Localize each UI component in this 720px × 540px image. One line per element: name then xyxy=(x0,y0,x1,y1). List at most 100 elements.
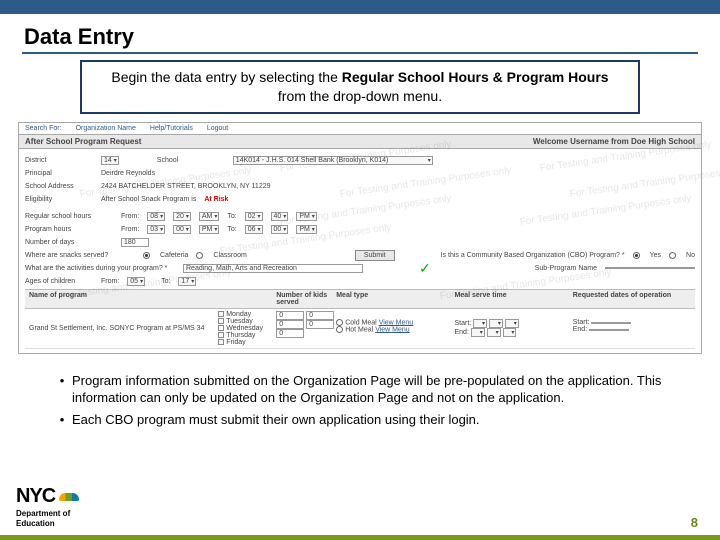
page-number: 8 xyxy=(691,515,698,530)
view-menu-link-1[interactable]: View Menu xyxy=(379,319,414,326)
app-header-right: Welcome Username from Doe High School xyxy=(533,137,695,146)
cafeteria-label: Cafeteria xyxy=(160,252,188,259)
ph-from-ap[interactable]: PM xyxy=(199,225,220,234)
cbo-yes-radio[interactable] xyxy=(633,252,640,259)
kids-mon[interactable]: 0 xyxy=(276,311,304,320)
meal-start-ap[interactable] xyxy=(505,319,519,328)
col-meal: Meal type xyxy=(336,292,454,306)
rsh-from-mm[interactable]: 20 xyxy=(173,212,191,221)
dates-cell: Start: End: xyxy=(573,311,691,346)
nav-help[interactable]: Help/Tutorials xyxy=(150,125,193,132)
kids-wed[interactable]: 0 xyxy=(276,320,304,329)
meal-start-hh[interactable] xyxy=(473,319,487,328)
meal-time-cell: Start: End: xyxy=(454,311,572,346)
from-label: From: xyxy=(121,213,139,220)
table-row: Grand St Settlement, Inc. SONYC Program … xyxy=(25,309,695,349)
subprogram-label: Sub-Program Name xyxy=(535,265,597,272)
bullet-2: Each CBO program must submit their own a… xyxy=(72,411,480,429)
cbo-no-radio[interactable] xyxy=(669,252,676,259)
col-dates: Requested dates of operation xyxy=(573,292,691,306)
submit-button[interactable]: Submit xyxy=(355,250,395,261)
bullet-marker: • xyxy=(52,372,72,407)
program-name-cell: Grand St Settlement, Inc. SONYC Program … xyxy=(29,325,218,332)
fri-checkbox[interactable] xyxy=(218,339,224,345)
rsh-to-ap[interactable]: PM xyxy=(296,212,317,221)
ages-from[interactable]: 05 xyxy=(127,277,145,286)
ph-to-hh[interactable]: 06 xyxy=(245,225,263,234)
rsh-to-mm[interactable]: 40 xyxy=(271,212,289,221)
checkmark-icon: ✓ xyxy=(419,260,431,277)
ph-to-ap[interactable]: PM xyxy=(296,225,317,234)
rsh-from-hh[interactable]: 08 xyxy=(147,212,165,221)
yes-label: Yes xyxy=(650,252,661,259)
ph-from-hh[interactable]: 03 xyxy=(147,225,165,234)
activities-label: What are the activities during your prog… xyxy=(25,265,175,272)
address-value: 2424 BATCHELDER STREET, BROOKLYN, NY 112… xyxy=(101,183,271,190)
meal-type-cell: Cold Meal View Menu Hot Meal View Menu xyxy=(336,311,454,346)
view-menu-link-2[interactable]: View Menu xyxy=(375,326,410,333)
district-select[interactable]: 14 xyxy=(101,156,119,165)
program-hours-label: Program hours xyxy=(25,226,113,233)
school-select[interactable]: 14K014 - J.H.S. 014 Shell Bank (Brooklyn… xyxy=(233,156,433,165)
meal-end-hh[interactable] xyxy=(471,328,485,337)
app-header-left: After School Program Request xyxy=(25,137,141,146)
days-input[interactable]: 180 xyxy=(121,238,149,247)
principal-label: Principal xyxy=(25,170,93,177)
cafeteria-radio[interactable] xyxy=(143,252,150,259)
kids-fri[interactable]: 0 xyxy=(276,329,304,338)
days-checkboxes: Monday Tuesday Wednesday Thursday Friday xyxy=(218,311,276,346)
cbo-question: Is this a Community Based Organization (… xyxy=(441,252,625,259)
eligibility-label: Eligibility xyxy=(25,196,93,203)
date-end[interactable] xyxy=(589,329,629,331)
hot-meal-radio[interactable] xyxy=(336,326,343,333)
rsh-to-hh[interactable]: 02 xyxy=(245,212,263,221)
address-label: School Address xyxy=(25,183,93,190)
wed-checkbox[interactable] xyxy=(218,325,224,331)
ph-to-mm[interactable]: 00 xyxy=(271,225,289,234)
district-label: District xyxy=(25,157,93,164)
ages-to[interactable]: 17 xyxy=(178,277,196,286)
to-label-2: To: xyxy=(227,226,236,233)
application-screenshot: Search For: Organization Name Help/Tutor… xyxy=(18,122,702,354)
app-nav: Search For: Organization Name Help/Tutor… xyxy=(19,123,701,135)
to-label-3: To: xyxy=(161,278,170,285)
subprogram-input[interactable] xyxy=(605,267,695,269)
callout-text-pre: Begin the data entry by selecting the xyxy=(111,69,341,85)
slide-title: Data Entry xyxy=(0,14,720,52)
nav-org[interactable]: Organization Name xyxy=(76,125,136,132)
col-kids: Number of kids served xyxy=(276,292,336,306)
date-start[interactable] xyxy=(591,322,631,324)
classroom-radio[interactable] xyxy=(196,252,203,259)
footer xyxy=(0,533,720,540)
classroom-label: Classroom xyxy=(213,252,246,259)
eligibility-value: After School Snack Program is xyxy=(101,196,196,203)
table-header: Name of program Number of kids served Me… xyxy=(25,289,695,309)
nav-search[interactable]: Search For: xyxy=(25,125,62,132)
nav-logout[interactable]: Logout xyxy=(207,125,228,132)
ph-from-mm[interactable]: 00 xyxy=(173,225,191,234)
activities-input[interactable]: Reading, Math, Arts and Recreation xyxy=(183,264,363,273)
dept-line-1: Department of xyxy=(16,510,79,518)
meal-start-mm[interactable] xyxy=(489,319,503,328)
tue-checkbox[interactable] xyxy=(218,318,224,324)
callout-text-post: from the drop-down menu. xyxy=(278,88,442,104)
app-header: After School Program Request Welcome Use… xyxy=(19,135,701,149)
kids-served-cell: 0 0 0 0 0 xyxy=(276,311,336,346)
rsh-from-ap[interactable]: AM xyxy=(199,212,220,221)
meal-end-mm[interactable] xyxy=(487,328,501,337)
thu-checkbox[interactable] xyxy=(218,332,224,338)
cold-meal-radio[interactable] xyxy=(336,319,343,326)
callout-bold: Regular School Hours & Program Hours xyxy=(342,69,609,85)
bullet-marker: • xyxy=(52,411,72,429)
kids-tue[interactable]: 0 xyxy=(306,311,334,320)
leaf-icon xyxy=(59,493,79,501)
mon-checkbox[interactable] xyxy=(218,311,224,317)
kids-thu[interactable]: 0 xyxy=(306,320,334,329)
col-days xyxy=(218,292,276,306)
meal-end-ap[interactable] xyxy=(503,328,517,337)
col-time: Meal serve time xyxy=(454,292,572,306)
footer-accent-line xyxy=(0,535,720,540)
to-label: To: xyxy=(227,213,236,220)
bullet-list: •Program information submitted on the Or… xyxy=(52,372,668,429)
regular-hours-label: Regular school hours xyxy=(25,213,113,220)
